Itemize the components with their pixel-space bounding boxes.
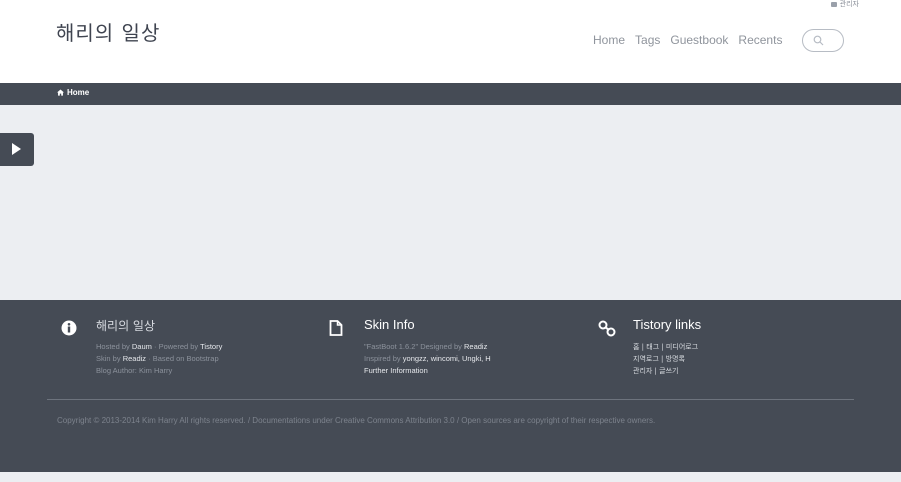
nav-item-guestbook[interactable]: Guestbook	[670, 33, 728, 47]
breadcrumb-label: Home	[67, 88, 90, 97]
site-title[interactable]: 해리의 일상	[56, 17, 160, 46]
sidebar-toggle-button[interactable]	[0, 133, 34, 166]
header: 해리의 일상 관리자 Home Tags Guestbook Recents	[0, 0, 901, 83]
skin-prefix: Skin by	[96, 354, 121, 363]
blog-author: Blog Author: Kim Harry	[96, 366, 173, 375]
tistory-links-row-1[interactable]: 홈 | 태그 | 미디어로그	[633, 341, 698, 353]
main-content	[0, 105, 901, 300]
breadcrumb: Home	[0, 83, 901, 105]
nav-item-tags[interactable]: Tags	[635, 33, 660, 47]
nav-item-home[interactable]: Home	[593, 33, 625, 47]
copyright-text: Copyright © 2013-2014 Kim Harry All righ…	[57, 416, 656, 425]
inspired-names[interactable]: yongzz, wincomi, Ungki, H	[403, 354, 491, 363]
nav-item-recents[interactable]: Recents	[738, 33, 782, 47]
skin-info-lines: "FastBoot 1.6.2" Designed by Readiz Insp…	[364, 341, 491, 377]
breadcrumb-home[interactable]: Home	[57, 88, 89, 97]
play-icon	[12, 143, 21, 155]
skin-designed-prefix: "FastBoot 1.6.2" Designed by	[364, 342, 462, 351]
document-icon	[329, 320, 343, 336]
tistory-links-row-3[interactable]: 관리자 | 글쓰기	[633, 365, 698, 377]
main-nav: Home Tags Guestbook Recents	[593, 33, 782, 47]
tistory-links-lines: 홈 | 태그 | 미디어로그 지역로그 | 방명록 관리자 | 글쓰기	[633, 341, 698, 377]
further-information-link[interactable]: Further Information	[364, 365, 491, 377]
daum-link[interactable]: Daum	[132, 342, 152, 351]
readiz-link[interactable]: Readiz	[123, 354, 146, 363]
admin-link-label: 관리자	[839, 1, 859, 8]
footer: 해리의 일상 Hosted by Daum · Powered by Tisto…	[0, 300, 901, 472]
hosted-prefix: Hosted by	[96, 342, 130, 351]
info-icon	[61, 320, 77, 336]
footer-blog-title: 해리의 일상	[96, 319, 156, 333]
tistory-link[interactable]: Tistory	[200, 342, 222, 351]
lock-icon	[830, 1, 837, 7]
skin-info-title: Skin Info	[364, 317, 415, 332]
search-icon	[813, 35, 824, 46]
powered-prefix: · Powered by	[153, 342, 199, 351]
tistory-links-row-2[interactable]: 지역로그 | 방명록	[633, 353, 698, 365]
skin-designer-link[interactable]: Readiz	[464, 342, 487, 351]
page-bottom	[0, 472, 901, 482]
home-icon	[57, 89, 64, 96]
footer-blog-lines: Hosted by Daum · Powered by Tistory Skin…	[96, 341, 222, 377]
search-button[interactable]	[802, 29, 844, 52]
inspired-prefix: Inspired by	[364, 354, 401, 363]
footer-divider	[47, 399, 854, 400]
link-icon	[598, 320, 616, 337]
admin-link[interactable]: 관리자	[830, 0, 859, 9]
tistory-links-title: Tistory links	[633, 317, 702, 332]
page: 해리의 일상 관리자 Home Tags Guestbook Recents H…	[0, 0, 901, 482]
skin-suffix: · Based on Bootstrap	[148, 354, 219, 363]
